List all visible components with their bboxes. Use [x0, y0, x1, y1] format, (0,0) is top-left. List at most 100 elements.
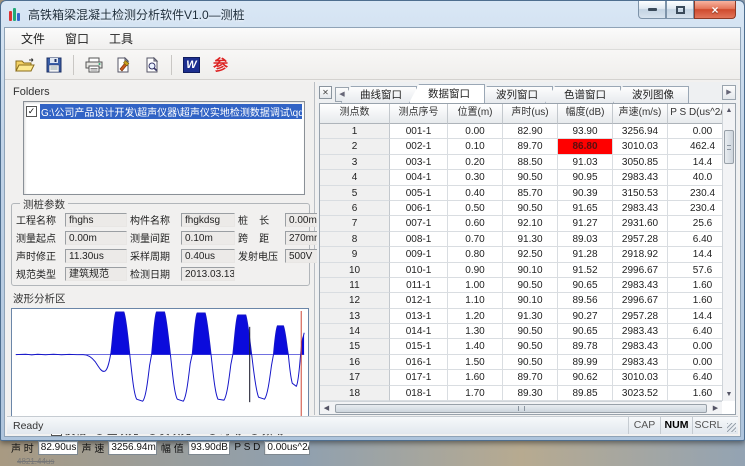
param-value-3: 0.00m	[65, 231, 127, 245]
tab-3[interactable]: 色谱窗口	[545, 86, 621, 103]
parameters-button[interactable]: 参	[207, 52, 234, 78]
param-label-3: 测量起点	[16, 230, 62, 245]
column-header-3[interactable]: 声时(us)	[503, 104, 558, 124]
table-cell: 12	[320, 293, 390, 308]
checkbox-icon[interactable]: ✓	[26, 106, 37, 117]
status-indicator-cap: CAP	[628, 417, 660, 434]
table-cell: 230.4	[668, 186, 722, 201]
table-row[interactable]: 1001-10.0082.9093.903256.940.00	[320, 124, 722, 139]
table-rows: 1001-10.0082.9093.903256.940.002002-10.1…	[320, 124, 722, 401]
table-cell: 92.50	[503, 247, 558, 262]
table-cell: 2983.43	[613, 355, 668, 370]
table-cell: 015-1	[390, 339, 448, 354]
word-export-button[interactable]: W	[178, 52, 205, 78]
table-row[interactable]: 12012-11.1090.1089.562996.671.60	[320, 293, 722, 308]
table-row[interactable]: 9009-10.8092.5091.282918.9214.4	[320, 247, 722, 262]
table-cell: 91.28	[558, 247, 613, 262]
column-header-0[interactable]: 测点数	[320, 104, 390, 124]
waveform-plot[interactable]	[11, 308, 309, 420]
pile-params-group: 测桩参数 工程名称fhghs构件名称fhgkdsg桩 长0.00m测量起点0.0…	[11, 203, 310, 286]
minimize-button[interactable]	[638, 1, 666, 19]
scroll-down-icon[interactable]: ▼	[723, 388, 735, 401]
table-cell: 014-1	[390, 324, 448, 339]
table-row[interactable]: 17017-11.6089.7090.623010.036.40	[320, 370, 722, 385]
table-row[interactable]: 14014-11.3090.5090.652983.436.40	[320, 324, 722, 339]
table-row[interactable]: 3003-10.2088.5091.033050.8514.4	[320, 155, 722, 170]
sound-speed-value: 3256.94m/s	[108, 441, 157, 455]
table-row[interactable]: 11011-11.0090.5090.652983.431.60	[320, 278, 722, 293]
print-preview-icon	[144, 57, 160, 73]
print-button[interactable]	[80, 52, 107, 78]
table-cell: 001-1	[390, 124, 448, 139]
param-label-6: 声时修正	[16, 248, 62, 263]
table-cell: 89.03	[558, 232, 613, 247]
table-row[interactable]: 10010-10.9090.1091.522996.6757.6	[320, 263, 722, 278]
column-header-5[interactable]: 声速(m/s)	[613, 104, 668, 124]
scroll-left-icon[interactable]: ◀	[320, 403, 333, 414]
table-cell: 0.60	[448, 216, 503, 231]
app-body: 文件窗口工具	[4, 27, 741, 437]
column-header-2[interactable]: 位置(m)	[448, 104, 503, 124]
table-row[interactable]: 15015-11.4090.5089.782983.430.00	[320, 339, 722, 354]
close-pane-icon[interactable]: ✕	[319, 86, 332, 99]
menu-item-0[interactable]: 文件	[11, 28, 55, 49]
maximize-button[interactable]	[666, 1, 694, 19]
tab-2[interactable]: 波列窗口	[477, 86, 553, 103]
close-button[interactable]: ×	[694, 1, 736, 19]
table-cell: 85.70	[503, 186, 558, 201]
table-cell: 2996.67	[613, 293, 668, 308]
table-cell: 2996.67	[613, 263, 668, 278]
table-row[interactable]: 8008-10.7091.3089.032957.286.40	[320, 232, 722, 247]
save-button[interactable]	[40, 52, 67, 78]
tab-0[interactable]: 曲线窗口	[341, 86, 417, 103]
table-row[interactable]: 7007-10.6092.1091.272931.6025.6	[320, 216, 722, 231]
resize-grip[interactable]	[724, 417, 738, 434]
title-bar[interactable]: 高铁箱梁混凝土检测分析软件V1.0—测桩 ×	[1, 1, 744, 27]
horizontal-scroll-thumb[interactable]	[335, 404, 707, 413]
table-row[interactable]: 6006-10.5090.5091.652983.43230.4	[320, 201, 722, 216]
table-cell: 2983.43	[613, 201, 668, 216]
open-button[interactable]	[11, 52, 38, 78]
scroll-up-icon[interactable]: ▲	[723, 104, 735, 117]
table-cell: 007-1	[390, 216, 448, 231]
table-row[interactable]: 4004-10.3090.5090.952983.4340.0	[320, 170, 722, 185]
folders-pane-title: Folders	[11, 84, 310, 101]
pile-params-title: 测桩参数	[20, 197, 68, 212]
vertical-scroll-thumb[interactable]	[724, 130, 734, 164]
param-label-10: 检测日期	[130, 266, 178, 281]
table-cell: 6	[320, 201, 390, 216]
table-cell: 3150.53	[613, 186, 668, 201]
report-button[interactable]	[109, 52, 136, 78]
table-row[interactable]: 16016-11.5090.5089.992983.430.00	[320, 355, 722, 370]
menu-item-1[interactable]: 窗口	[55, 28, 99, 49]
table-row[interactable]: 18018-11.7089.3089.853023.521.60	[320, 386, 722, 401]
table-row[interactable]: 13013-11.2091.3090.272957.2814.4	[320, 309, 722, 324]
preview-button[interactable]	[138, 52, 165, 78]
folder-list[interactable]: ✓G:\公司产品设计开发\超声仪器\超声仪实地检测数据调试\qd\qd03\qd…	[23, 101, 305, 195]
table-cell: 1.60	[668, 278, 722, 293]
tab-4[interactable]: 波列图像	[613, 86, 689, 103]
folder-item-0[interactable]: ✓G:\公司产品设计开发\超声仪器\超声仪实地检测数据调试\qd\qd03\qd…	[26, 104, 302, 118]
table-cell: 5	[320, 186, 390, 201]
column-header-4[interactable]: 幅度(dB)	[558, 104, 613, 124]
page-tool-icon	[115, 57, 131, 73]
tab-1[interactable]: 数据窗口	[409, 84, 485, 103]
table-cell: 004-1	[390, 170, 448, 185]
table-cell: 90.27	[558, 309, 613, 324]
param-label-4: 测量间距	[130, 230, 178, 245]
table-cell: 006-1	[390, 201, 448, 216]
vertical-scrollbar[interactable]: ▲ ▼	[722, 104, 735, 401]
menu-item-2[interactable]: 工具	[99, 28, 143, 49]
table-cell: 2957.28	[613, 309, 668, 324]
table-cell: 018-1	[390, 386, 448, 401]
table-row[interactable]: 5005-10.4085.7090.393150.53230.4	[320, 186, 722, 201]
column-header-1[interactable]: 测点序号	[390, 104, 448, 124]
horizontal-scrollbar[interactable]: ◀ ▶	[320, 401, 722, 414]
sound-speed-label: 声 速	[82, 440, 105, 455]
status-text: Ready	[7, 420, 628, 432]
table-row[interactable]: 2002-10.1089.7086.803010.03462.4	[320, 139, 722, 154]
tab-scroll-right-icon[interactable]: ▶	[722, 85, 736, 100]
table-cell: 90.62	[558, 370, 613, 385]
scroll-right-icon[interactable]: ▶	[709, 403, 722, 414]
table-cell: 89.30	[503, 386, 558, 401]
